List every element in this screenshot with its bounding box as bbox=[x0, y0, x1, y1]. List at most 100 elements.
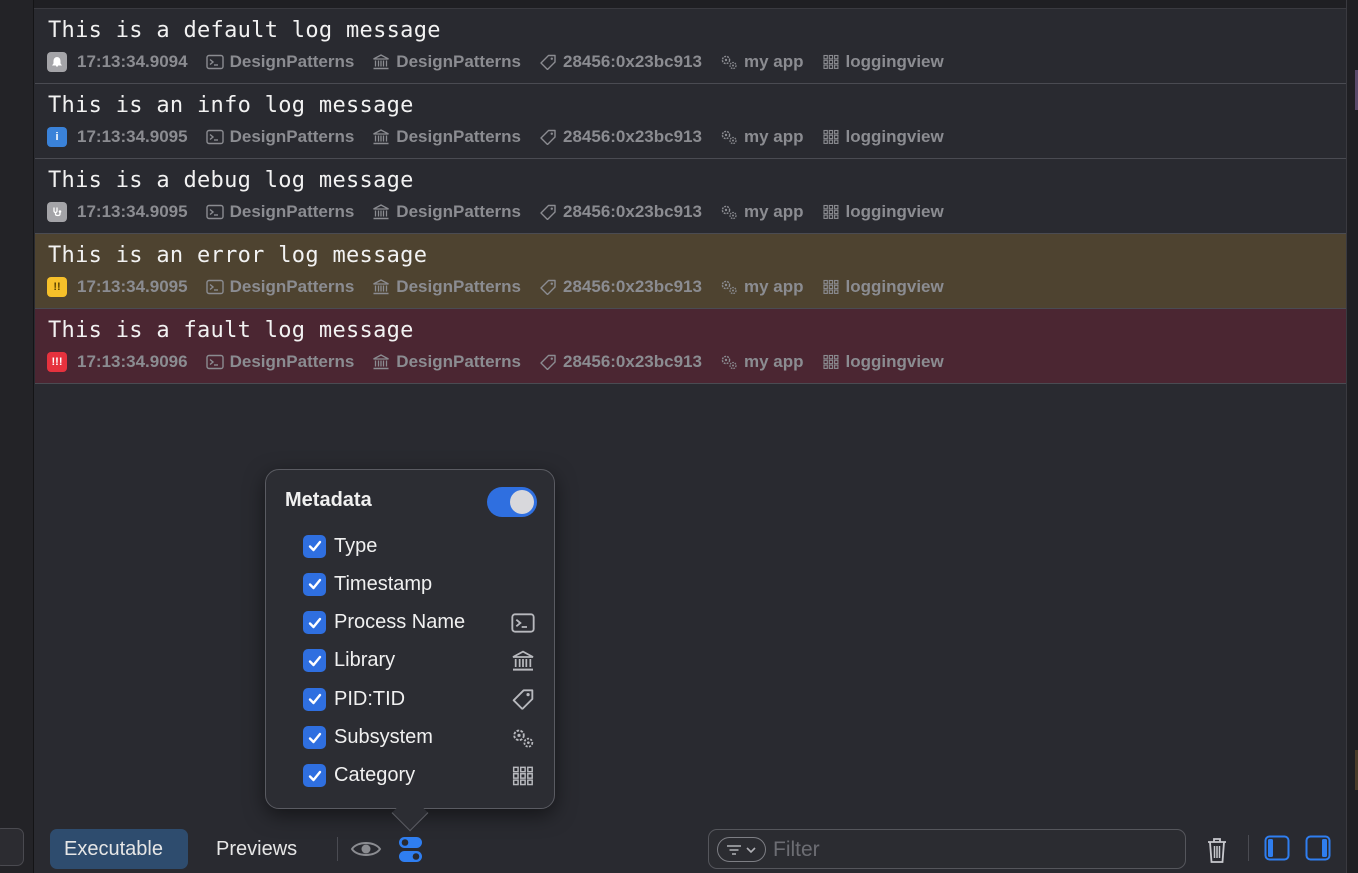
error-type-badge: !! bbox=[47, 277, 67, 297]
tag-icon bbox=[539, 204, 557, 220]
grid-icon bbox=[511, 765, 535, 787]
log-pid-tid: 28456:0x23bc913 bbox=[563, 277, 702, 296]
left-panel-icon[interactable] bbox=[1264, 835, 1290, 861]
option-label: Subsystem bbox=[334, 726, 433, 748]
log-message: This is an info log message bbox=[48, 93, 414, 118]
right-panel-icon[interactable] bbox=[1305, 835, 1331, 861]
library-icon bbox=[511, 650, 535, 672]
metadata-option-process-name[interactable]: Process Name bbox=[303, 610, 465, 636]
checkbox[interactable] bbox=[303, 572, 326, 596]
log-subsystem-item: my app bbox=[720, 127, 804, 147]
log-category: loggingview bbox=[845, 127, 944, 146]
metadata-toggle[interactable] bbox=[487, 487, 537, 517]
metadata-option-library[interactable]: Library bbox=[303, 648, 395, 674]
tag-icon bbox=[511, 688, 535, 710]
grid-icon bbox=[822, 129, 840, 145]
checkmark-icon bbox=[307, 730, 323, 746]
log-category-item: loggingview bbox=[822, 52, 944, 72]
log-library: DesignPatterns bbox=[396, 352, 521, 371]
checkbox[interactable] bbox=[303, 764, 326, 788]
log-process: DesignPatterns bbox=[229, 127, 355, 146]
log-timestamp: 17:13:34.9096 bbox=[77, 352, 188, 371]
checkbox[interactable] bbox=[303, 726, 326, 749]
log-metadata: 17:13:34.9095 DesignPatterns DesignPattern… bbox=[47, 201, 962, 223]
log-subsystem: my app bbox=[743, 202, 804, 221]
log-library-item: DesignPatterns bbox=[372, 277, 521, 297]
log-timestamp: 17:13:34.9095 bbox=[77, 127, 188, 146]
filter-input[interactable] bbox=[773, 836, 1153, 864]
executable-button[interactable]: Executable bbox=[50, 829, 188, 869]
gears-icon bbox=[720, 354, 738, 370]
info-type-badge: i bbox=[47, 127, 67, 147]
log-subsystem: my app bbox=[743, 52, 804, 71]
terminal-icon bbox=[511, 612, 535, 634]
log-pid-tid: 28456:0x23bc913 bbox=[563, 52, 702, 71]
log-row-info[interactable]: This is an info log message i 17:13:34.909… bbox=[35, 84, 1346, 159]
checkmark-icon bbox=[307, 615, 323, 631]
log-row-fault[interactable]: This is a fault log message!!! 17:13:34.9… bbox=[35, 309, 1346, 384]
terminal-icon bbox=[206, 129, 224, 145]
terminal-icon bbox=[206, 279, 224, 295]
gutter-button[interactable] bbox=[0, 828, 24, 866]
gears-icon bbox=[720, 279, 738, 295]
log-row-default[interactable]: This is a default log message 17:13:34.90… bbox=[35, 9, 1346, 84]
library-icon bbox=[372, 54, 390, 70]
log-timestamp: 17:13:34.9094 bbox=[77, 52, 188, 71]
log-row-error[interactable]: This is an error log message!! 17:13:34.9… bbox=[35, 234, 1346, 309]
divider bbox=[337, 837, 338, 861]
checkmark-icon bbox=[307, 538, 323, 554]
log-library-item: DesignPatterns bbox=[372, 202, 521, 222]
log-process-item: DesignPatterns bbox=[206, 277, 354, 297]
metadata-option-pid-tid[interactable]: PID:TID bbox=[303, 686, 405, 712]
log-process: DesignPatterns bbox=[229, 352, 355, 371]
toggle-knob bbox=[510, 490, 534, 514]
gears-icon bbox=[720, 129, 738, 145]
metadata-option-category[interactable]: Category bbox=[303, 763, 415, 789]
grid-icon bbox=[822, 354, 840, 370]
tag-icon bbox=[539, 129, 557, 145]
filter-field[interactable] bbox=[708, 829, 1186, 869]
log-library: DesignPatterns bbox=[396, 202, 521, 221]
option-label: Library bbox=[334, 649, 396, 672]
log-row-debug[interactable]: This is a debug log message 17:13:34.9095… bbox=[35, 159, 1346, 234]
log-subsystem-item: my app bbox=[720, 277, 804, 297]
divider bbox=[1248, 835, 1249, 861]
checkmark-icon bbox=[307, 576, 323, 592]
library-icon bbox=[372, 204, 390, 220]
log-subsystem: my app bbox=[743, 277, 804, 296]
log-metadata: !!! 17:13:34.9096 DesignPatterns DesignPatt… bbox=[47, 351, 962, 373]
log-library-item: DesignPatterns bbox=[372, 52, 521, 72]
log-message: This is a debug log message bbox=[48, 168, 414, 193]
terminal-icon bbox=[206, 354, 224, 370]
log-library: DesignPatterns bbox=[396, 52, 521, 71]
checkbox[interactable] bbox=[303, 687, 326, 711]
library-icon bbox=[372, 279, 390, 295]
grid-icon bbox=[822, 279, 840, 295]
filter-options-button[interactable] bbox=[717, 837, 766, 862]
checkbox[interactable] bbox=[303, 611, 326, 635]
terminal-icon bbox=[206, 54, 224, 70]
tag-icon bbox=[539, 279, 557, 295]
metadata-toggles-icon[interactable] bbox=[398, 836, 423, 863]
previews-button[interactable]: Previews bbox=[202, 829, 311, 869]
eye-icon[interactable] bbox=[350, 838, 382, 860]
option-label: Type bbox=[334, 534, 378, 557]
metadata-option-type[interactable]: Type bbox=[303, 533, 377, 559]
log-pid-tid-item: 28456:0x23bc913 bbox=[539, 52, 702, 72]
checkmark-icon bbox=[307, 768, 323, 784]
popover-title: Metadata bbox=[285, 489, 372, 511]
top-strip bbox=[34, 0, 1346, 9]
log-library: DesignPatterns bbox=[396, 127, 521, 146]
log-process-item: DesignPatterns bbox=[206, 352, 355, 372]
option-label: PID:TID bbox=[334, 687, 406, 710]
right-edge-scroller[interactable] bbox=[1346, 0, 1358, 873]
checkbox[interactable] bbox=[303, 534, 326, 558]
trash-icon[interactable] bbox=[1206, 836, 1228, 864]
checkbox[interactable] bbox=[303, 649, 326, 673]
tag-icon bbox=[539, 54, 557, 70]
log-category-item: loggingview bbox=[822, 127, 944, 147]
metadata-option-subsystem[interactable]: Subsystem bbox=[303, 725, 433, 751]
metadata-option-timestamp[interactable]: Timestamp bbox=[303, 571, 432, 597]
log-pid-tid: 28456:0x23bc913 bbox=[563, 202, 702, 221]
debug-type-badge bbox=[47, 202, 67, 222]
